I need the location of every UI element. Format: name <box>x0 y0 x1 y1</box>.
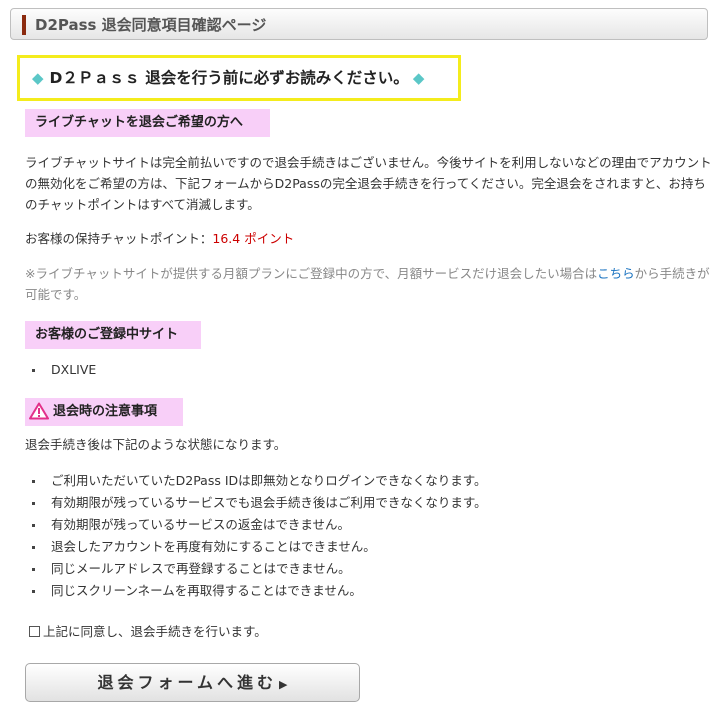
page-title: D2Pass 退会同意項目確認ページ <box>35 16 267 34</box>
caret-right-icon: ▶ <box>279 678 288 691</box>
diamond-icon: ◆ <box>32 69 44 87</box>
monthly-cancel-link[interactable]: こちら <box>597 266 635 281</box>
points-line: お客様の保持チャットポイント：16.4 ポイント <box>25 228 715 249</box>
points-value: 16.4 ポイント <box>212 231 295 246</box>
list-item: DXLIVE <box>30 359 96 381</box>
header-accent-bar <box>22 15 26 35</box>
points-label: お客様の保持チャットポイント： <box>25 231 213 246</box>
registered-sites-list: DXLIVE <box>30 359 96 381</box>
note-text-before: ※ライブチャットサイトが提供する月額プランにご登録中の方で、月額サービスだけ退会… <box>25 266 598 281</box>
list-item: 有効期限が残っているサービスの返金はできません。 <box>30 514 487 536</box>
livechat-description: ライブチャットサイトは完全前払いですので退会手続きはございません。今後サイトを利… <box>25 155 712 212</box>
list-item: 退会したアカウントを再度有効にすることはできません。 <box>30 536 487 558</box>
caution-intro: 退会手続き後は下記のような状態になります。 <box>25 437 287 452</box>
read-before-notice: ◆ D２Ｐａｓｓ 退会を行う前に必ずお読みください。 ◆ <box>17 55 461 101</box>
list-item: ご利用いただいていたD2Pass IDは即無効となりログインできなくなります。 <box>30 470 487 492</box>
proceed-button-label: 退会フォームへ進む <box>97 673 278 692</box>
caution-heading-text: 退会時の注意事項 <box>53 404 158 419</box>
caution-section-heading: 退会時の注意事項 <box>25 398 183 426</box>
monthly-plan-note: ※ライブチャットサイトが提供する月額プランにご登録中の方で、月額サービスだけ退会… <box>25 263 715 305</box>
agree-label: 上記に同意し、退会手続きを行います。 <box>43 624 267 639</box>
registered-sites-heading: お客様のご登録中サイト <box>25 321 201 349</box>
diamond-icon: ◆ <box>412 69 425 87</box>
list-item: 同じメールアドレスで再登録することはできません。 <box>30 558 487 580</box>
notice-text: D２Ｐａｓｓ 退会を行う前に必ずお読みください。 <box>49 69 409 87</box>
page-header: D2Pass 退会同意項目確認ページ <box>10 8 708 40</box>
livechat-section-heading: ライブチャットを退会ご希望の方へ <box>25 109 270 137</box>
list-item: 同じスクリーンネームを再取得することはできません。 <box>30 580 487 602</box>
proceed-to-form-button[interactable]: 退会フォームへ進む ▶ <box>25 663 360 702</box>
agree-option[interactable]: 上記に同意し、退会手続きを行います。 <box>29 622 267 642</box>
warning-icon <box>29 402 49 419</box>
agree-checkbox[interactable] <box>29 626 40 637</box>
list-item: 有効期限が残っているサービスでも退会手続き後はご利用できなくなります。 <box>30 492 487 514</box>
caution-list: ご利用いただいていたD2Pass IDは即無効となりログインできなくなります。 … <box>30 470 487 602</box>
